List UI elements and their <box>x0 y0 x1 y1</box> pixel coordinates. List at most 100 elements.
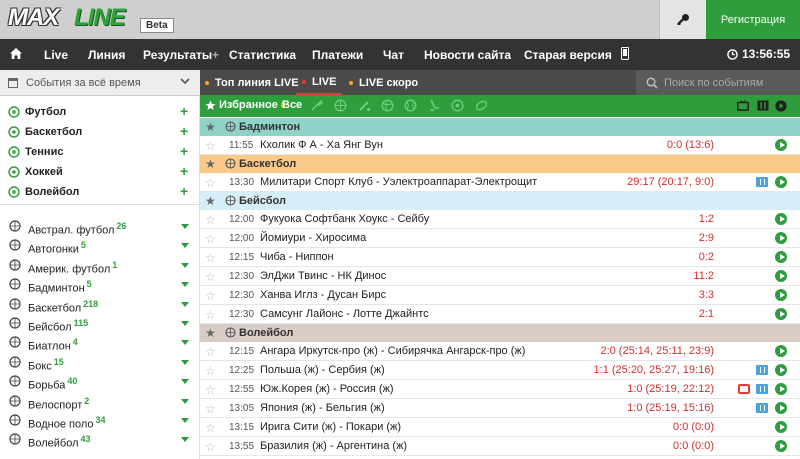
basketball-filter-icon[interactable] <box>334 99 347 115</box>
favorite-star-icon[interactable]: ☆ <box>205 213 216 227</box>
expand-plus-button[interactable]: + <box>180 123 188 139</box>
volleyball-filter-icon[interactable] <box>381 99 394 115</box>
event-teams[interactable]: Ханва Иглз - Дусан Бирс <box>260 289 386 301</box>
search-input[interactable] <box>664 76 794 89</box>
event-row[interactable]: ☆ 12:25 Польша (ж) - Сербия (ж) 1:1 (25:20,… <box>200 361 800 380</box>
nav-results[interactable]: Результаты <box>143 48 212 62</box>
nav-statistics[interactable]: Статистика <box>229 48 296 62</box>
expand-plus-button[interactable]: + <box>180 163 188 179</box>
sidebar-sport-item[interactable]: Бейсбол 115 <box>0 314 200 334</box>
event-row[interactable]: ☆ 11:55 Кхолик Ф А - Ха Янг Вун 0:0 (13:6) <box>200 136 800 155</box>
sidebar-sport-item[interactable]: Бадминтон 5 <box>0 275 200 295</box>
expand-plus-button[interactable]: + <box>180 103 188 119</box>
sidebar-sport-item[interactable]: Волейбол 43 <box>0 430 200 450</box>
play-video-icon[interactable] <box>775 402 787 414</box>
favorite-star-icon[interactable]: ☆ <box>205 232 216 246</box>
play-video-icon[interactable] <box>775 345 787 357</box>
dropdown-arrow-icon[interactable] <box>181 282 189 288</box>
sport-section-header[interactable]: ★ Бейсбол <box>200 192 800 210</box>
badminton-filter-icon[interactable] <box>310 99 323 115</box>
sidebar-sport-item[interactable]: Борьба 40 <box>0 372 200 392</box>
dropdown-arrow-icon[interactable] <box>181 321 189 326</box>
sidebar-sport-item[interactable]: Баскетбол 218 <box>0 295 200 314</box>
event-row[interactable]: ☆ 12:30 Самсунг Лайонс - Лотте Джайнтс 2:1 <box>200 305 800 324</box>
play-video-icon[interactable] <box>775 270 787 282</box>
favorite-star-icon[interactable]: ☆ <box>205 251 216 265</box>
mobile-icon[interactable] <box>621 47 629 63</box>
sidebar-sport-item[interactable]: Автогонки 5 <box>0 236 200 256</box>
dropdown-arrow-icon[interactable] <box>181 418 189 423</box>
play-video-icon[interactable] <box>775 383 787 395</box>
dropdown-arrow-icon[interactable] <box>181 437 189 443</box>
football-filter-icon[interactable] <box>451 99 464 115</box>
nav-live[interactable]: Live <box>44 48 68 62</box>
stats-filter-icon[interactable] <box>757 100 769 114</box>
event-teams[interactable]: Бразилия (ж) - Аргентина (ж) <box>260 440 407 452</box>
favorite-star-icon[interactable]: ☆ <box>205 270 216 284</box>
event-teams[interactable]: Фукуока Софтбанк Хоукс - Сейбу <box>260 213 429 225</box>
event-row[interactable]: ☆ 13:30 Милитари Спорт Клуб - Уэлектроаппа… <box>200 173 800 192</box>
nav-old-version[interactable]: Старая версия <box>524 48 612 62</box>
event-row[interactable]: ☆ 13:15 Ирига Сити (ж) - Покари (ж) 0:0 (0:… <box>200 418 800 437</box>
favorite-star-icon[interactable]: ☆ <box>205 308 216 322</box>
favorite-star-icon[interactable]: ☆ <box>205 289 216 303</box>
all-filter[interactable]: Все <box>282 99 302 111</box>
event-teams[interactable]: Ирига Сити (ж) - Покари (ж) <box>260 421 401 433</box>
tv-icon[interactable] <box>738 384 750 394</box>
dropdown-arrow-icon[interactable] <box>181 379 189 385</box>
events-filter-dropdown[interactable]: События за всё время <box>0 70 200 96</box>
register-button[interactable]: Регистрация <box>706 0 800 39</box>
favorite-star-icon[interactable]: ☆ <box>205 176 216 190</box>
stats-icon[interactable] <box>756 384 768 394</box>
tv-filter-icon[interactable] <box>737 100 749 114</box>
favorite-star-icon[interactable]: ☆ <box>205 364 216 378</box>
favorite-star-icon[interactable]: ☆ <box>205 139 216 153</box>
hockey-filter-icon[interactable] <box>428 99 441 115</box>
event-teams[interactable]: Самсунг Лайонс - Лотте Джайнтс <box>260 308 429 320</box>
dropdown-arrow-icon[interactable] <box>181 301 189 307</box>
expand-plus-button[interactable]: + <box>180 183 188 199</box>
nav-results-plus[interactable]: + <box>212 48 219 62</box>
tab-live-soon[interactable]: LIVE скоро <box>349 70 418 95</box>
star-icon[interactable]: ★ <box>205 326 216 340</box>
star-icon[interactable]: ★ <box>205 194 216 208</box>
event-teams[interactable]: Йомиури - Хиросима <box>260 232 366 244</box>
play-video-icon[interactable] <box>775 308 787 320</box>
event-teams[interactable]: Япония (ж) - Бельгия (ж) <box>260 402 385 414</box>
home-icon[interactable] <box>9 47 23 63</box>
sport-section-header[interactable]: ★ Волейбол <box>200 324 800 342</box>
sidebar-top-sport[interactable]: Теннис + <box>0 142 200 162</box>
event-teams[interactable]: ЭлДжи Твинс - НК Динос <box>260 270 386 282</box>
play-video-icon[interactable] <box>775 421 787 433</box>
event-row[interactable]: ☆ 12:00 Фукуока Софтбанк Хоукс - Сейбу 1:2 <box>200 210 800 229</box>
tab-top-live[interactable]: Топ линия LIVE <box>205 70 303 95</box>
sidebar-sport-item[interactable]: Велоспорт 2 <box>0 392 200 411</box>
play-video-icon[interactable] <box>775 364 787 376</box>
favorite-star-icon[interactable]: ☆ <box>205 421 216 435</box>
event-teams[interactable]: Кхолик Ф А - Ха Янг Вун <box>260 139 383 151</box>
sidebar-top-sport[interactable]: Хоккей + <box>0 162 200 182</box>
event-row[interactable]: ☆ 12:00 Йомиури - Хиросима 2:9 <box>200 229 800 248</box>
expand-plus-button[interactable]: + <box>180 143 188 159</box>
event-row[interactable]: ☆ 12:15 Ангара Иркутск-про (ж) - Сибирячка… <box>200 342 800 361</box>
stats-icon[interactable] <box>756 365 768 375</box>
tab-live[interactable]: LIVE <box>296 70 343 95</box>
favorite-star-icon[interactable]: ☆ <box>205 402 216 416</box>
event-row[interactable]: ☆ 12:30 ЭлДжи Твинс - НК Динос 11:2 <box>200 267 800 286</box>
star-icon[interactable]: ★ <box>205 157 216 171</box>
play-video-icon[interactable] <box>775 440 787 452</box>
favorite-star-icon[interactable]: ☆ <box>205 345 216 359</box>
play-video-icon[interactable] <box>775 139 787 151</box>
favorites-filter[interactable]: Избранное 0 <box>205 99 285 111</box>
tennis-filter-icon[interactable] <box>404 99 417 115</box>
nav-line[interactable]: Линия <box>88 48 125 62</box>
dropdown-arrow-icon[interactable] <box>181 224 189 229</box>
sidebar-top-sport[interactable]: Волейбол + <box>0 182 200 202</box>
play-video-icon[interactable] <box>775 251 787 263</box>
sidebar-sport-item[interactable]: Биатлон 4 <box>0 333 200 353</box>
dropdown-arrow-icon[interactable] <box>181 398 189 404</box>
sidebar-sport-item[interactable]: Австрал. футбол 26 <box>0 217 200 237</box>
event-row[interactable]: ☆ 12:15 Чиба - Ниппон 0:2 <box>200 248 800 267</box>
sidebar-top-sport[interactable]: Футбол + <box>0 102 200 122</box>
nav-chat[interactable]: Чат <box>383 48 404 62</box>
